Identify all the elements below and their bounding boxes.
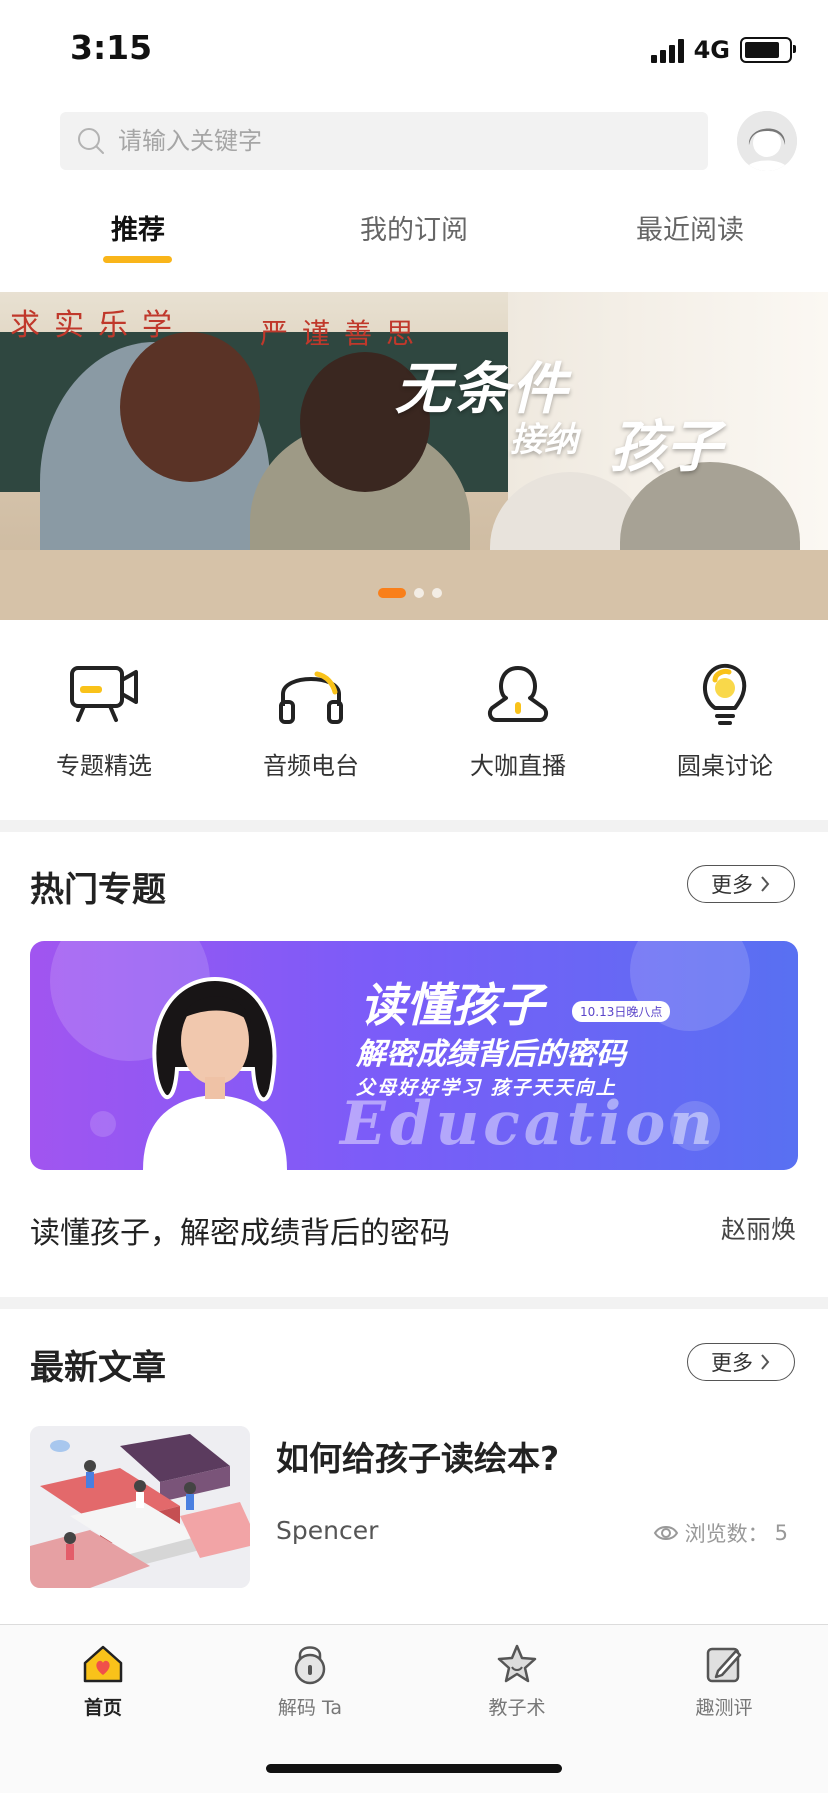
banner-headline-3: 孩子 — [610, 414, 722, 480]
article-thumbnail — [30, 1426, 250, 1588]
content-tabs: 推荐 我的订阅 最近阅读 — [0, 200, 828, 270]
decor-bubble — [90, 1111, 116, 1137]
more-label: 更多 — [711, 873, 753, 897]
tabbar-parenting[interactable]: 教子术 — [447, 1643, 587, 1720]
more-label: 更多 — [711, 1351, 753, 1375]
eye-icon — [653, 1526, 678, 1540]
status-indicators: 4G — [650, 36, 796, 64]
home-indicator — [266, 1764, 562, 1773]
tabbar-label: 教子术 — [488, 1697, 546, 1719]
quick-link-roundtable[interactable]: 圆桌讨论 — [640, 658, 810, 781]
tabbar-label: 解码 Ta — [277, 1697, 343, 1719]
topic-card-subheadline: 解密成绩背后的密码 — [356, 1037, 626, 1072]
article-item[interactable]: 如何给孩子读绘本? Spencer 浏览数： 5 — [30, 1426, 798, 1590]
quick-links: 专题精选 音频电台 大咖直播 圆桌讨论 — [0, 640, 828, 810]
article-title: 如何给孩子读绘本? — [276, 1439, 560, 1478]
quick-link-audio[interactable]: 音频电台 — [226, 658, 396, 781]
quick-link-label: 圆桌讨论 — [677, 752, 773, 780]
video-camera-icon — [70, 666, 138, 722]
network-label: 4G — [693, 36, 730, 64]
search-input[interactable] — [116, 126, 660, 156]
status-time: 3:15 — [70, 28, 153, 67]
topic-card-headline: 读懂孩子 — [360, 978, 544, 1032]
carousel-dot[interactable] — [378, 588, 406, 598]
chevron-right-icon — [761, 876, 770, 892]
banner-desk — [0, 550, 828, 620]
tabbar-decode[interactable]: 解码 Ta — [240, 1643, 380, 1720]
lock-icon — [294, 1646, 326, 1685]
hot-topics-more-button[interactable]: 更多 — [687, 865, 795, 903]
tab-recent-reading[interactable]: 最近阅读 — [636, 208, 744, 247]
edit-icon — [706, 1647, 742, 1683]
hot-topics-title: 热门专题 — [30, 870, 166, 910]
article-views: 浏览数： 5 — [653, 1518, 788, 1548]
latest-articles-title: 最新文章 — [30, 1348, 166, 1388]
promo-banner[interactable]: 求实乐学 严谨善思 无条件 接纳 孩子 — [0, 292, 828, 620]
topic-card-watermark: Education — [340, 1089, 717, 1159]
banner-teacher-hair — [120, 332, 260, 482]
carousel-dot[interactable] — [414, 588, 424, 598]
hot-topic-card[interactable]: 读懂孩子 10.13日晚八点 解密成绩背后的密码 父母好好学习 孩子天天向上 E… — [30, 941, 798, 1170]
headphones-icon — [279, 671, 343, 724]
quick-link-label: 音频电台 — [263, 752, 359, 780]
avatar[interactable] — [737, 111, 797, 171]
lightbulb-icon — [703, 663, 747, 725]
home-icon — [83, 1645, 123, 1683]
quick-link-label: 大咖直播 — [470, 752, 566, 780]
banner-wall-slogan: 求实乐学 — [10, 308, 186, 343]
carousel-dot[interactable] — [432, 588, 442, 598]
quick-link-topics[interactable]: 专题精选 — [19, 658, 189, 781]
section-divider — [0, 1297, 828, 1309]
tabbar-label: 趣测评 — [695, 1697, 753, 1719]
quick-link-live[interactable]: 大咖直播 — [433, 658, 603, 781]
speaker-photo — [142, 976, 288, 1170]
search-bar[interactable] — [60, 112, 708, 170]
quick-link-label: 专题精选 — [56, 752, 152, 780]
section-divider — [0, 820, 828, 832]
views-count: 5 — [774, 1521, 788, 1545]
battery-icon — [740, 37, 796, 63]
tab-recommend[interactable]: 推荐 — [111, 208, 165, 247]
active-tab-indicator — [103, 256, 172, 263]
tabbar-label: 首页 — [83, 1697, 122, 1719]
signal-icon — [650, 37, 684, 63]
tab-subscriptions[interactable]: 我的订阅 — [360, 208, 468, 247]
tabbar-assessment[interactable]: 趣测评 — [654, 1643, 794, 1720]
latest-articles-more-button[interactable]: 更多 — [687, 1343, 795, 1381]
chevron-right-icon — [761, 1354, 770, 1370]
user-avatar-icon — [737, 111, 797, 171]
topic-card-date: 10.13日晚八点 — [572, 1001, 671, 1022]
hot-topic-author: 赵丽焕 — [720, 1215, 796, 1244]
views-label: 浏览数： — [684, 1522, 769, 1546]
person-icon — [487, 666, 549, 722]
status-bar: 3:15 4G — [0, 0, 828, 100]
hot-topic-title[interactable]: 读懂孩子，解密成绩背后的密码 — [30, 1208, 450, 1252]
carousel-dots — [378, 588, 442, 598]
search-icon — [78, 128, 104, 154]
banner-headline-2: 接纳 — [510, 420, 578, 460]
star-icon — [497, 1644, 537, 1683]
tabbar-home[interactable]: 首页 — [33, 1643, 173, 1720]
article-author: Spencer — [276, 1516, 379, 1545]
